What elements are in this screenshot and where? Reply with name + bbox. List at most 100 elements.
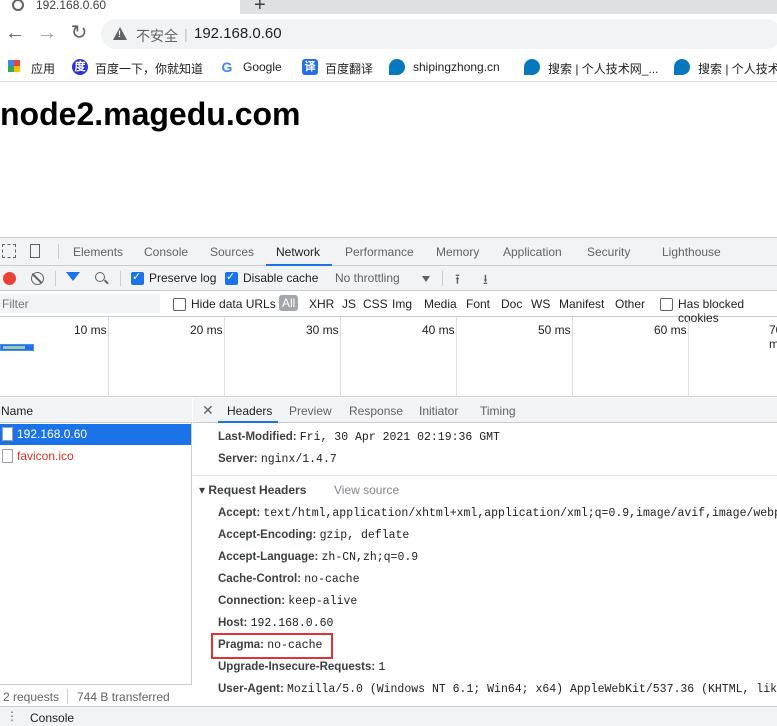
tab-sources[interactable]: Sources [210, 245, 254, 259]
response-header-row: Server: nginx/1.4.7 [218, 453, 337, 466]
request-header-row: Cache-Control: no-cache [218, 573, 359, 586]
header-key: Upgrade-Insecure-Requests: [218, 661, 376, 673]
request-header-row: Accept-Language: zh-CN,zh;q=0.9 [218, 551, 418, 564]
tick-label: 50 ms [538, 323, 571, 337]
warning-triangle-icon[interactable] [113, 27, 127, 40]
request-timing-bar [0, 344, 34, 351]
tab-response[interactable]: Response [349, 404, 403, 418]
filter-type-ws[interactable]: WS [531, 297, 550, 311]
tab-initiator[interactable]: Initiator [419, 404, 458, 418]
import-har-icon[interactable]: ⭱ [455, 269, 460, 293]
filter-type-css[interactable]: CSS [363, 297, 388, 311]
tab-preview[interactable]: Preview [289, 404, 332, 418]
highlight-annotation-box [211, 633, 333, 659]
grid-line [340, 317, 341, 397]
header-value: 1 [378, 661, 386, 674]
address-bar[interactable]: 不安全 | 192.168.0.60 [101, 19, 777, 49]
filter-type-img[interactable]: Img [392, 297, 412, 311]
filter-type-font[interactable]: Font [466, 297, 490, 311]
filter-input[interactable] [0, 294, 160, 313]
apps-grid-icon [8, 60, 20, 72]
browser-toolbar: ← → ↻ 不安全 | 192.168.0.60 [0, 14, 777, 54]
header-value: nginx/1.4.7 [260, 453, 337, 466]
filter-type-all[interactable]: All [279, 295, 299, 311]
tab-timing[interactable]: Timing [480, 404, 516, 418]
drupal-drop-icon [524, 59, 540, 75]
header-value: Mozilla/5.0 (Windows NT 6.1; Win64; x64)… [287, 683, 777, 696]
throttling-select[interactable]: No throttling [335, 271, 400, 285]
device-toolbar-icon[interactable] [30, 244, 40, 258]
filter-type-xhr[interactable]: XHR [309, 297, 334, 311]
back-arrow-icon[interactable]: ← [3, 22, 27, 46]
reload-icon[interactable]: ↻ [67, 22, 91, 46]
export-har-icon[interactable]: ⭳ [483, 269, 488, 293]
network-overview-timeline[interactable]: 10 ms 20 ms 30 ms 40 ms 50 ms 60 ms 70 m… [0, 317, 777, 397]
globe-icon [12, 0, 24, 11]
header-key: Connection: [218, 595, 286, 607]
filter-type-js[interactable]: JS [342, 297, 356, 311]
bookmark-shipingzhong[interactable]: shipingzhong.cn [413, 60, 500, 74]
security-label[interactable]: 不安全 [136, 26, 178, 46]
grid-line [108, 317, 109, 397]
tick-label: 70 ms [769, 323, 777, 351]
url-text[interactable]: 192.168.0.60 [194, 25, 282, 42]
tab-memory[interactable]: Memory [436, 245, 479, 259]
transferred-size: 744 B transferred [77, 690, 170, 704]
hide-data-urls-checkbox[interactable] [173, 298, 186, 311]
header-value: 192.168.0.60 [250, 617, 334, 630]
inspect-element-icon[interactable] [2, 244, 16, 258]
blocked-cookies-checkbox[interactable] [660, 298, 673, 311]
devtools-tabbar: Elements Console Sources Network Perform… [0, 238, 777, 266]
status-bar: 2 requests 744 B transferred [0, 684, 192, 706]
tab-console[interactable]: Console [144, 245, 188, 259]
clear-icon[interactable] [31, 272, 44, 285]
request-count: 2 requests [3, 690, 60, 704]
more-vertical-icon[interactable]: ⋮ [6, 709, 18, 723]
disable-cache-label[interactable]: Disable cache [243, 271, 318, 285]
tab-performance[interactable]: Performance [345, 245, 414, 259]
bookmark-baidu[interactable]: 百度一下，你就知道 [95, 60, 203, 77]
column-header-name[interactable]: Name [0, 398, 192, 423]
record-icon[interactable] [3, 272, 16, 285]
tab-elements[interactable]: Elements [73, 245, 123, 259]
disable-cache-checkbox[interactable] [225, 270, 238, 285]
bookmark-apps[interactable]: 应用 [31, 60, 55, 77]
filter-funnel-icon[interactable] [66, 272, 80, 281]
drupal-drop-icon [389, 59, 405, 75]
view-source-link[interactable]: View source [334, 483, 399, 497]
browser-tab[interactable]: 192.168.0.60 [0, 0, 240, 14]
filter-type-doc[interactable]: Doc [501, 297, 522, 311]
close-icon[interactable]: ✕ [202, 402, 214, 419]
console-drawer[interactable]: ⋮ Console [0, 706, 777, 726]
tick-label: 30 ms [306, 323, 339, 337]
header-key: Accept-Language: [218, 551, 319, 563]
tab-security[interactable]: Security [587, 245, 630, 259]
request-row[interactable]: favicon.ico [0, 446, 191, 467]
preserve-log-label[interactable]: Preserve log [149, 271, 216, 285]
search-icon[interactable] [95, 272, 105, 282]
tab-application[interactable]: Application [503, 245, 562, 259]
tab-lighthouse[interactable]: Lighthouse [662, 245, 721, 259]
translate-icon: 译 [302, 59, 318, 75]
bookmark-search-2[interactable]: 搜索 | 个人技术 [698, 60, 777, 77]
network-toolbar: Preserve log Disable cache No throttling… [0, 266, 777, 291]
tab-network[interactable]: Network [276, 245, 320, 259]
filter-type-media[interactable]: Media [424, 297, 457, 311]
divider [120, 271, 121, 286]
request-row[interactable]: 192.168.0.60 [0, 424, 191, 445]
preserve-log-checkbox[interactable] [131, 270, 144, 285]
bookmark-google[interactable]: Google [243, 60, 282, 74]
chevron-down-icon[interactable] [422, 276, 430, 282]
filter-type-manifest[interactable]: Manifest [559, 297, 604, 311]
grid-line [456, 317, 457, 397]
request-headers-section[interactable]: ▾ Request Headers [199, 483, 306, 497]
forward-arrow-icon[interactable]: → [35, 22, 59, 46]
hide-data-urls-label[interactable]: Hide data URLs [191, 297, 276, 311]
bookmark-fanyi[interactable]: 百度翻译 [325, 60, 373, 77]
new-tab-plus-icon[interactable]: + [254, 0, 266, 14]
bookmark-search-1[interactable]: 搜索 | 个人技术网_... [548, 60, 658, 77]
tab-headers[interactable]: Headers [227, 404, 272, 418]
drawer-tab-console[interactable]: Console [30, 711, 74, 725]
filter-type-other[interactable]: Other [615, 297, 645, 311]
tick-label: 20 ms [190, 323, 223, 337]
